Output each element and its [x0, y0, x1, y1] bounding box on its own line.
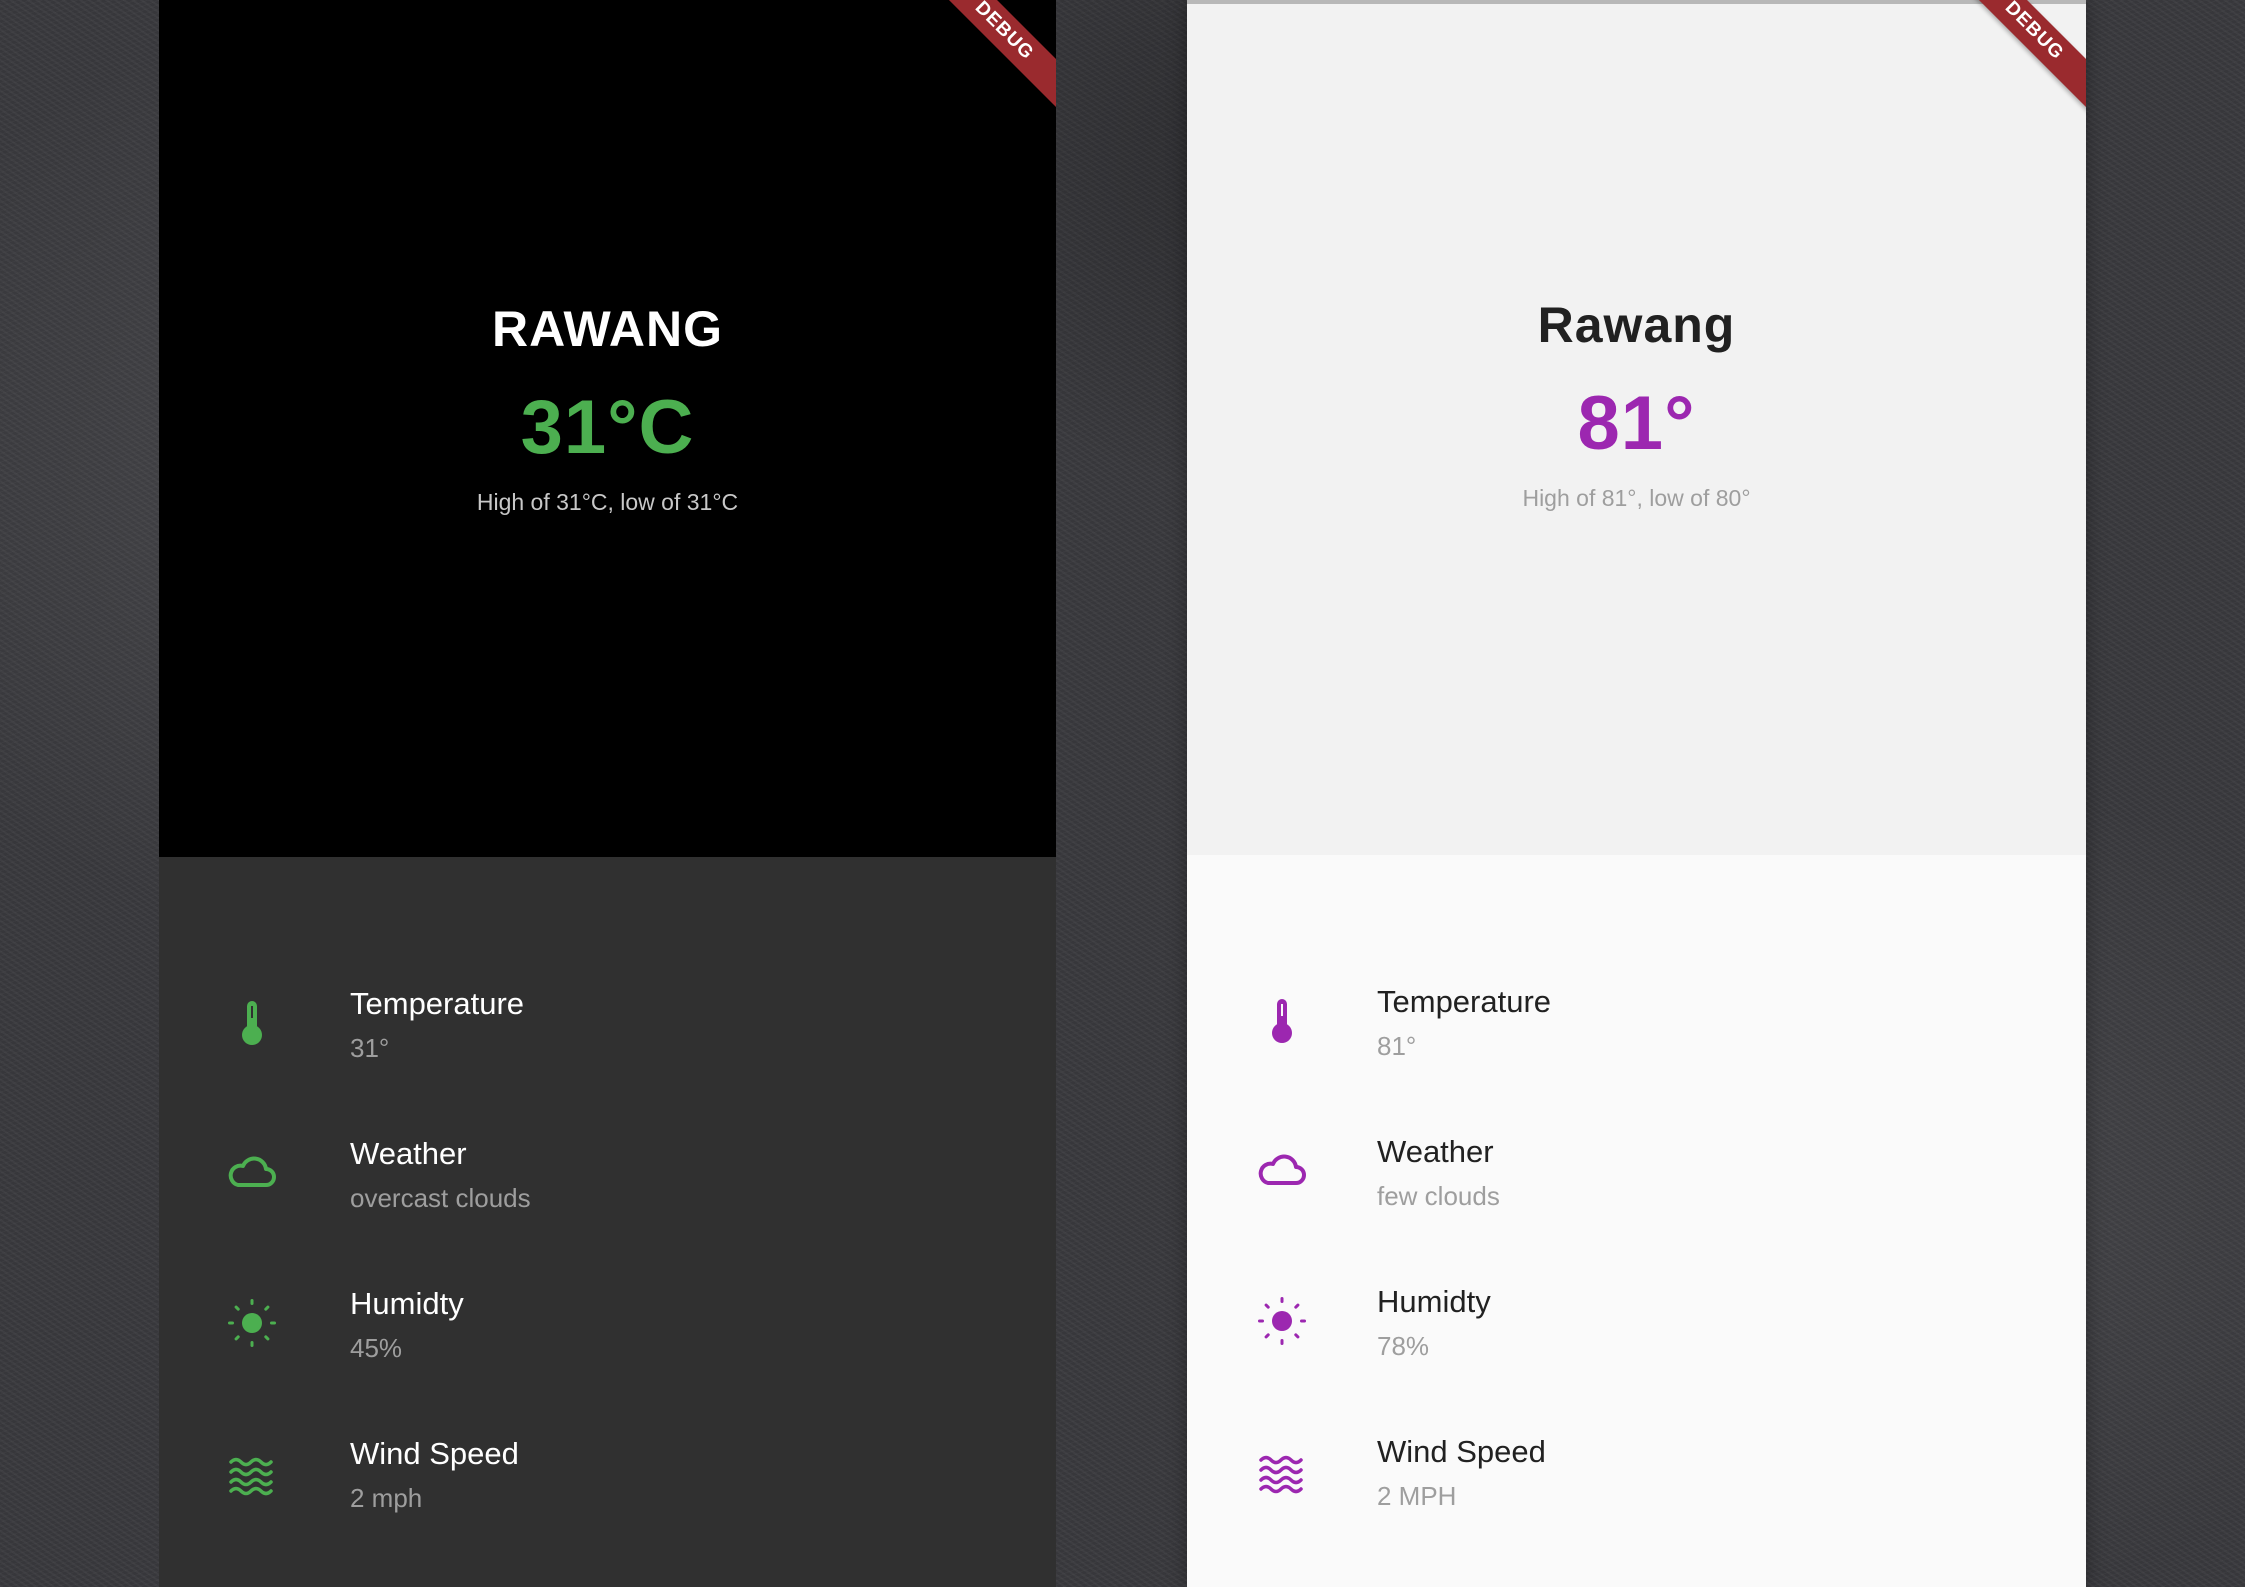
- high-low-text: High of 31°C, low of 31°C: [476, 489, 739, 515]
- list-item-title: Humidty: [1377, 1284, 1491, 1319]
- list-item-title: Weather: [1377, 1134, 1494, 1169]
- list-item-value: 2 MPH: [1377, 1481, 1457, 1511]
- list-item-value: 45%: [350, 1333, 403, 1363]
- list-item-value: 81°: [1377, 1031, 1417, 1061]
- light-theme-app: Rawang 81° High of 81°, low of 80° Tempe…: [1187, 0, 2086, 1587]
- top-divider: [1187, 0, 2086, 4]
- list-item-value: 2 mph: [350, 1483, 423, 1513]
- list-item-value: 78%: [1377, 1331, 1430, 1361]
- list-item-title: Humidty: [350, 1286, 464, 1321]
- waves-icon: [1254, 1443, 1310, 1499]
- list-item-weather[interactable]: Weather overcast clouds: [159, 1125, 1056, 1255]
- thermometer-icon: [224, 995, 280, 1051]
- list-item-weather[interactable]: Weather few clouds: [1187, 1123, 2086, 1253]
- weather-header: Rawang 81° High of 81°, low of 80°: [1187, 0, 2086, 857]
- city-name: RAWANG: [492, 301, 723, 357]
- dark-theme-app: RAWANG 31°C High of 31°C, low of 31°C Te…: [159, 0, 1056, 1587]
- list-item-wind-speed[interactable]: Wind Speed 2 mph: [159, 1425, 1056, 1555]
- cloud-icon: [224, 1145, 280, 1201]
- list-item-humidity[interactable]: Humidty 45%: [159, 1275, 1056, 1405]
- sun-icon: [1254, 1293, 1310, 1349]
- list-item-title: Weather: [350, 1136, 467, 1171]
- city-name: Rawang: [1537, 297, 1736, 353]
- list-item-value: overcast clouds: [350, 1183, 531, 1213]
- list-item-value: few clouds: [1377, 1181, 1500, 1211]
- list-item-title: Wind Speed: [1377, 1434, 1546, 1469]
- thermometer-icon: [1254, 993, 1310, 1049]
- sun-icon: [224, 1295, 280, 1351]
- list-item-title: Temperature: [350, 986, 525, 1021]
- list-item-wind-speed[interactable]: Wind Speed 2 MPH: [1187, 1423, 2086, 1553]
- high-low-text: High of 81°, low of 80°: [1522, 485, 1751, 511]
- waves-icon: [224, 1445, 280, 1501]
- weather-header: RAWANG 31°C High of 31°C, low of 31°C: [159, 0, 1056, 857]
- cloud-icon: [1254, 1143, 1310, 1199]
- list-item-title: Temperature: [1377, 984, 1552, 1019]
- current-temperature: 81°: [1577, 381, 1696, 466]
- list-item-value: 31°: [350, 1033, 390, 1063]
- weather-details-list: Temperature 81° Weather few clouds Humid…: [1187, 855, 2086, 1587]
- current-temperature: 31°C: [520, 385, 695, 470]
- weather-details-list: Temperature 31° Weather overcast clouds …: [159, 857, 1056, 1587]
- list-item-temperature[interactable]: Temperature 31°: [159, 975, 1056, 1105]
- list-item-temperature[interactable]: Temperature 81°: [1187, 973, 2086, 1103]
- list-item-humidity[interactable]: Humidty 78%: [1187, 1273, 2086, 1403]
- list-item-title: Wind Speed: [350, 1436, 519, 1471]
